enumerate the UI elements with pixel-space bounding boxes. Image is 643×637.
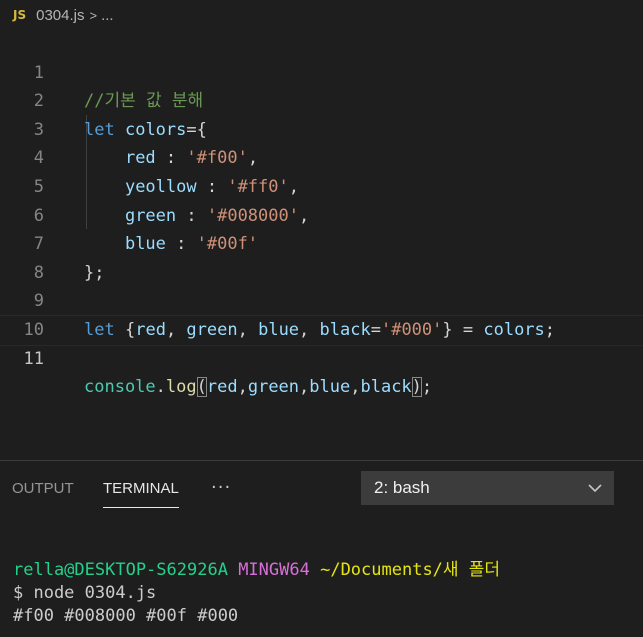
code-line-current[interactable]: 11 console.log(red,green,blue,black); (0, 315, 643, 398)
code-line[interactable]: 8 (0, 230, 643, 283)
punctuation-token: , (299, 377, 310, 398)
code-line[interactable]: 3 red : '#f00', (0, 87, 643, 169)
code-line[interactable]: 4 yeollow : '#ff0', (0, 116, 643, 197)
object-token: console (84, 377, 156, 398)
bracket-match: ) (411, 377, 422, 398)
bracket-match: ( (196, 377, 207, 398)
terminal-output[interactable]: rella@DESKTOP-S62926A MINGW64 ~/Document… (13, 559, 638, 628)
terminal-result: #f00 #008000 #00f #000 (13, 606, 239, 626)
code-line[interactable]: 5 green : '#008000', (0, 144, 643, 226)
breadcrumb-file-name[interactable]: 0304.js (36, 7, 84, 24)
more-horizontal-icon[interactable]: ··· (211, 471, 231, 507)
function-token: log (165, 377, 197, 398)
code-line[interactable]: 2 let colors={ (0, 59, 643, 140)
vscode-window: JS 0304.js > ... 1 //기본 값 분해 2 let color… (0, 0, 643, 637)
tab-output[interactable]: OUTPUT (12, 471, 74, 507)
code-line[interactable]: 10 (0, 287, 643, 340)
terminal-user: rella@DESKTOP-S62926A (13, 560, 228, 580)
code-line[interactable]: 7 }; (0, 202, 643, 283)
terminal-select-value: 2: bash (374, 478, 430, 497)
breadcrumb-more[interactable]: ... (101, 7, 114, 24)
punctuation-token: . (155, 377, 166, 398)
javascript-file-icon: JS (13, 8, 27, 22)
variable-token: black (360, 377, 412, 398)
tab-terminal[interactable]: TERMINAL (103, 471, 179, 508)
variable-token: red (206, 377, 238, 398)
punctuation-token: ; (421, 377, 433, 398)
bottom-panel: OUTPUT TERMINAL ··· 2: bash rella@DESKTO… (0, 460, 643, 637)
terminal-command: $ node 0304.js (13, 583, 157, 603)
chevron-right-icon: > (89, 7, 98, 23)
line-code: console.log(red,green,blue,black); (84, 373, 432, 402)
chevron-down-icon (588, 484, 602, 493)
terminal-path: ~/Documents/새 폴더 (320, 560, 501, 580)
variable-token: blue (309, 377, 351, 398)
breadcrumb: JS 0304.js > ... (0, 0, 643, 30)
punctuation-token: , (350, 377, 361, 398)
code-line[interactable]: 6 blue : '#00f' (0, 173, 643, 255)
terminal-env: MINGW64 (238, 560, 310, 580)
line-number: 11 (23, 348, 44, 369)
code-editor[interactable]: 1 //기본 값 분해 2 let colors={ 3 red : '#f00… (0, 30, 643, 460)
code-line[interactable]: 1 //기본 값 분해 (0, 30, 643, 112)
punctuation-token: , (237, 377, 248, 398)
terminal-select[interactable]: 2: bash (361, 471, 614, 505)
terminal-prompt-line: rella@DESKTOP-S62926A MINGW64 ~/Document… (13, 559, 638, 582)
code-line[interactable]: 9 let {red, green, blue, black='#000'} =… (0, 259, 643, 340)
variable-token: green (247, 377, 300, 398)
